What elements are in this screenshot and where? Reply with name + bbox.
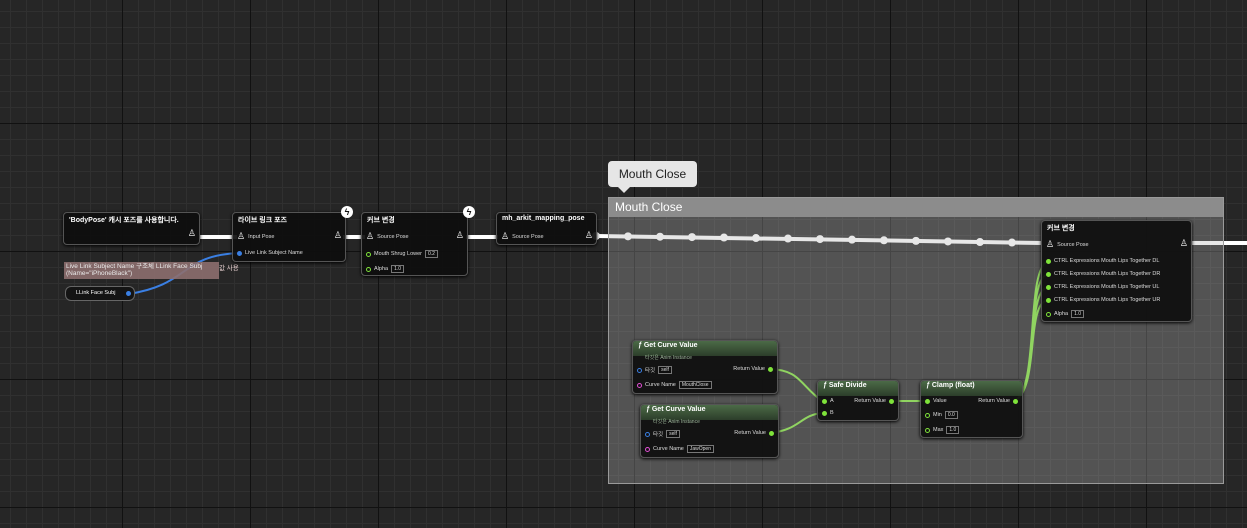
pin-icon[interactable] — [366, 251, 371, 257]
live-link-pose-node[interactable]: 라이브 링크 포즈 ♙ Input Pose ♙ Live Link Subje… — [232, 212, 346, 262]
person-icon[interactable]: ♙ — [501, 232, 509, 241]
lightning-icon: ϟ — [463, 206, 475, 218]
curve-pin-label: CTRL Expressions Mouth Lips Together DR — [1054, 271, 1161, 277]
pin-icon[interactable] — [1046, 258, 1051, 264]
pin-icon[interactable] — [1046, 271, 1051, 277]
pin-icon[interactable] — [1046, 284, 1051, 290]
min-label: Min — [933, 412, 942, 418]
source-pose-label: Source Pose — [512, 233, 544, 240]
person-icon[interactable]: ♙ — [188, 229, 196, 238]
modify-curve-node[interactable]: 커브 변경 ♙ Source Pose ♙ Mouth Shrug Lower … — [361, 212, 468, 276]
node-title: ƒ Safe Divide — [818, 381, 898, 396]
pin-icon[interactable] — [645, 431, 650, 437]
max-label: Max — [933, 427, 944, 433]
modify-curve-node-2[interactable]: 커브 변경 ♙ Source Pose ♙ CTRL Expressions M… — [1041, 220, 1192, 322]
pin-icon[interactable] — [822, 410, 827, 416]
pin-icon[interactable] — [768, 366, 773, 372]
input-pose-label: Input Pose — [248, 233, 275, 240]
curve-name-label: Curve Name — [645, 382, 676, 388]
node-title: 커브 변경 — [1047, 225, 1075, 232]
alpha-input[interactable]: 1.0 — [1071, 310, 1085, 318]
return-label: Return Value — [733, 366, 765, 372]
mouth-shrug-label: Mouth Shrug Lower — [374, 251, 422, 257]
subject-ref-node[interactable]: LLink Face Subj — [65, 286, 135, 301]
warning-line1: Live Link Subject Name 구조체 LLink Face Su… — [66, 263, 203, 270]
person-icon[interactable]: ♙ — [585, 231, 593, 240]
node-title: 커브 변경 — [367, 217, 395, 224]
curve-pin-label: CTRL Expressions Mouth Lips Together UR — [1054, 297, 1161, 303]
curve-pin-label: CTRL Expressions Mouth Lips Together UL — [1054, 284, 1160, 290]
mapping-pose-node[interactable]: mh_arkit_mapping_pose ♙ Source Pose ♙ — [496, 212, 597, 245]
pin-icon[interactable] — [637, 367, 642, 373]
comment-title[interactable]: Mouth Close — [609, 198, 1223, 217]
node-title: ƒ Clamp (float) — [921, 381, 1022, 396]
node-subtitle: 타깃은 Anim Instance — [653, 419, 700, 425]
curve-pin-label: CTRL Expressions Mouth Lips Together DL — [1054, 258, 1160, 264]
function-icon: ƒ — [823, 382, 827, 389]
b-label: B — [830, 410, 834, 416]
node-title: 라이브 링크 포즈 — [238, 217, 287, 224]
target-label: 타깃 — [645, 368, 656, 374]
min-input[interactable]: 0.0 — [944, 411, 958, 419]
node-title: mh_arkit_mapping_pose — [502, 215, 585, 222]
pin-icon[interactable] — [1013, 398, 1018, 404]
pin-icon[interactable] — [925, 398, 930, 404]
pin-icon[interactable] — [237, 250, 242, 256]
pin-icon[interactable] — [889, 398, 894, 404]
pin-icon[interactable] — [645, 446, 650, 452]
pin-icon[interactable] — [925, 412, 930, 418]
curve-name-label: Curve Name — [653, 446, 684, 452]
node-title: 'BodyPose' 캐시 포즈를 사용합니다. — [69, 217, 179, 224]
pin-icon[interactable] — [769, 430, 774, 436]
person-icon[interactable]: ♙ — [237, 232, 245, 241]
source-pose-label: Source Pose — [377, 233, 409, 240]
pin-icon[interactable] — [637, 382, 642, 388]
person-icon[interactable]: ♙ — [366, 232, 374, 241]
warning-line1-ext: 값 사용 — [219, 265, 239, 272]
person-icon[interactable]: ♙ — [456, 231, 464, 240]
max-input[interactable]: 1.0 — [946, 426, 960, 434]
clamp-node[interactable]: ƒ Clamp (float) Value Return Value Min 0.… — [920, 380, 1023, 438]
get-curve-value-node-2[interactable]: ƒ Get Curve Value 타깃은 Anim Instance 타깃 s… — [640, 404, 779, 458]
source-pose-label: Source Pose — [1057, 241, 1089, 248]
target-input[interactable]: self — [658, 366, 672, 374]
alpha-label: Alpha — [1054, 311, 1069, 317]
lightning-icon: ϟ — [341, 206, 353, 218]
warning-bubble: Live Link Subject Name 구조체 LLink Face Su… — [64, 262, 219, 279]
pin-icon[interactable] — [126, 291, 131, 296]
person-icon[interactable]: ♙ — [1046, 240, 1054, 249]
value-label: Value — [933, 398, 947, 404]
ref-label: LLink Face Subj — [76, 290, 116, 296]
alpha-label: Alpha — [374, 266, 389, 272]
pin-icon[interactable] — [925, 427, 930, 433]
subject-name-label: Live Link Subject Name — [245, 250, 303, 256]
curve-name-input[interactable]: JawOpen — [686, 445, 714, 453]
pin-icon[interactable] — [822, 398, 827, 404]
person-icon[interactable]: ♙ — [334, 231, 342, 240]
curve-name-input[interactable]: MouthClose — [678, 381, 712, 389]
pin-icon[interactable] — [366, 266, 371, 272]
return-label: Return Value — [978, 398, 1010, 404]
person-icon[interactable]: ♙ — [1180, 239, 1188, 248]
node-subtitle: 타깃은 Anim Instance — [645, 355, 692, 361]
function-icon: ƒ — [646, 406, 650, 413]
target-label: 타깃 — [653, 432, 664, 438]
return-label: Return Value — [734, 430, 766, 436]
pin-icon[interactable] — [1046, 297, 1051, 303]
alpha-input[interactable]: 1.0 — [391, 265, 405, 273]
comment-bubble[interactable]: Mouth Close — [608, 161, 697, 193]
warning-line2: (Name="iPhoneBlack") — [66, 270, 133, 277]
safe-divide-node[interactable]: ƒ Safe Divide A Return Value B — [817, 380, 899, 421]
return-label: Return Value — [854, 398, 886, 404]
function-icon: ƒ — [638, 342, 642, 349]
a-label: A — [830, 398, 834, 404]
get-curve-value-node[interactable]: ƒ Get Curve Value 타깃은 Anim Instance 타깃 s… — [632, 340, 778, 394]
function-icon: ƒ — [926, 382, 930, 389]
target-input[interactable]: self — [666, 430, 680, 438]
cached-pose-node[interactable]: 'BodyPose' 캐시 포즈를 사용합니다. ♙ — [63, 212, 200, 245]
mouth-shrug-input[interactable]: 0.2 — [425, 250, 438, 258]
pin-icon[interactable] — [1046, 311, 1051, 317]
